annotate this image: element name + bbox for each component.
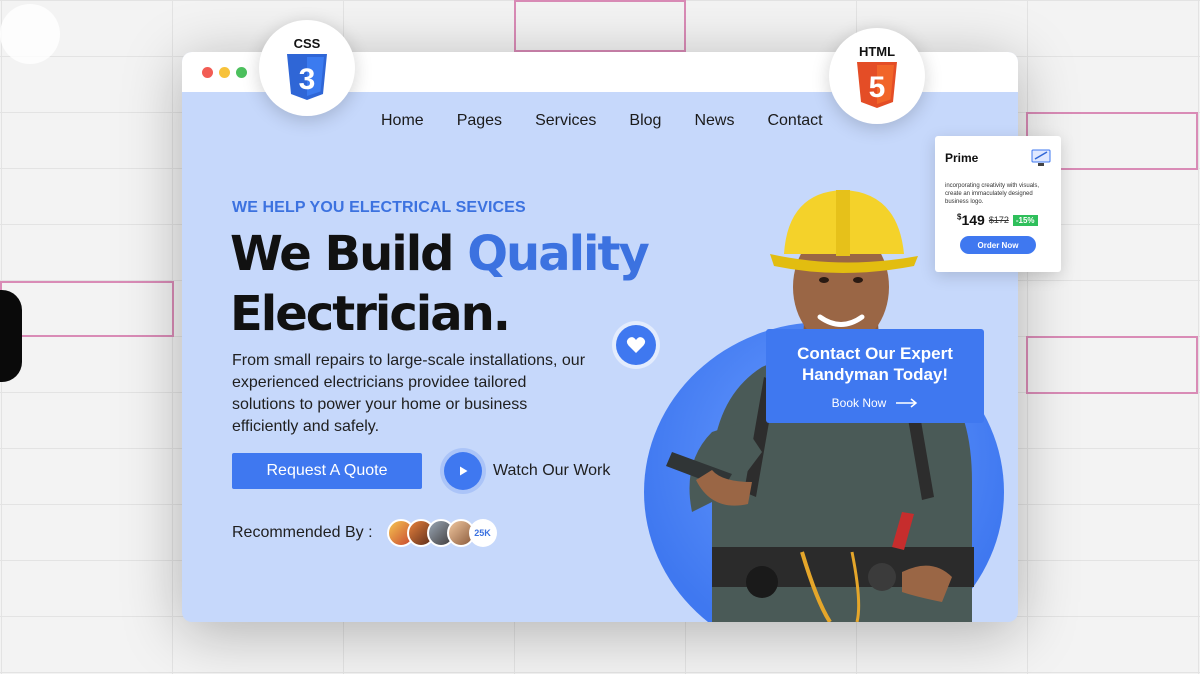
- heart-icon[interactable]: [616, 325, 656, 365]
- css-badge: CSS 3: [259, 20, 355, 116]
- html-label: HTML: [858, 44, 896, 59]
- price-row: $149 $172 -15%: [957, 212, 1051, 228]
- decor-box: [1026, 336, 1198, 394]
- maximize-dot[interactable]: [236, 67, 247, 78]
- decor-glow: [0, 4, 60, 64]
- recommended-label: Recommended By :: [232, 524, 373, 541]
- play-icon[interactable]: [444, 452, 482, 490]
- nav-home[interactable]: Home: [381, 112, 424, 130]
- avatar-group: 25K: [386, 519, 497, 547]
- design-icon: [1031, 149, 1051, 166]
- headline-accent: Quality: [467, 226, 650, 282]
- nav-services[interactable]: Services: [535, 112, 596, 130]
- hero-headline: We Build Quality Electrician.: [230, 224, 650, 344]
- nav-news[interactable]: News: [694, 112, 734, 130]
- css3-digit: 3: [299, 63, 316, 96]
- book-now-label: Book Now: [831, 396, 887, 410]
- price-discount: -15%: [1012, 214, 1038, 226]
- watch-label: Watch Our Work: [493, 462, 611, 479]
- hero-description: From small repairs to large-scale instal…: [232, 352, 586, 435]
- book-now-link[interactable]: Book Now: [766, 396, 984, 410]
- order-now-button[interactable]: Order Now: [960, 236, 1036, 254]
- contact-card: Contact Our Expert Handyman Today! Book …: [766, 329, 984, 423]
- pricing-header: Prime: [945, 148, 1051, 168]
- headline-part-2: Electrician.: [230, 286, 511, 342]
- headline-part-1: We Build: [230, 226, 468, 282]
- request-quote-button[interactable]: Request A Quote: [232, 453, 422, 489]
- decor-box: [0, 281, 174, 337]
- window-controls: [202, 67, 247, 78]
- browser-window: Home Pages Services Blog News Contact WE…: [182, 52, 1018, 622]
- html-badge: HTML 5: [829, 28, 925, 124]
- pricing-card: Prime incorporating creativity with visu…: [935, 136, 1061, 272]
- watch-our-work[interactable]: Watch Our Work: [444, 452, 610, 490]
- arrow-right-icon: [896, 398, 918, 408]
- recommended-by: Recommended By : 25K: [232, 519, 497, 547]
- pricing-title: Prime: [945, 151, 979, 165]
- nav-pages[interactable]: Pages: [457, 112, 502, 130]
- html5-icon: 5: [857, 62, 897, 108]
- pricing-description: incorporating creativity with visuals, c…: [945, 183, 1040, 205]
- nav-blog[interactable]: Blog: [629, 112, 661, 130]
- avatar-count: 25K: [468, 519, 497, 547]
- css3-icon: 3: [287, 54, 327, 100]
- minimize-dot[interactable]: [219, 67, 230, 78]
- price-value: 149: [961, 212, 985, 228]
- price-old: $172: [988, 215, 1009, 225]
- contact-title: Contact Our Expert Handyman Today!: [797, 344, 953, 384]
- html5-digit: 5: [869, 71, 886, 104]
- price-current: $149: [957, 212, 985, 228]
- css-label: CSS: [293, 36, 321, 51]
- decor-blob: [0, 290, 22, 382]
- nav-contact[interactable]: Contact: [767, 112, 822, 130]
- close-dot[interactable]: [202, 67, 213, 78]
- hero-eyebrow: WE HELP YOU ELECTRICAL SEVICES: [232, 199, 526, 216]
- decor-box: [514, 0, 686, 52]
- main-nav: Home Pages Services Blog News Contact: [381, 112, 856, 130]
